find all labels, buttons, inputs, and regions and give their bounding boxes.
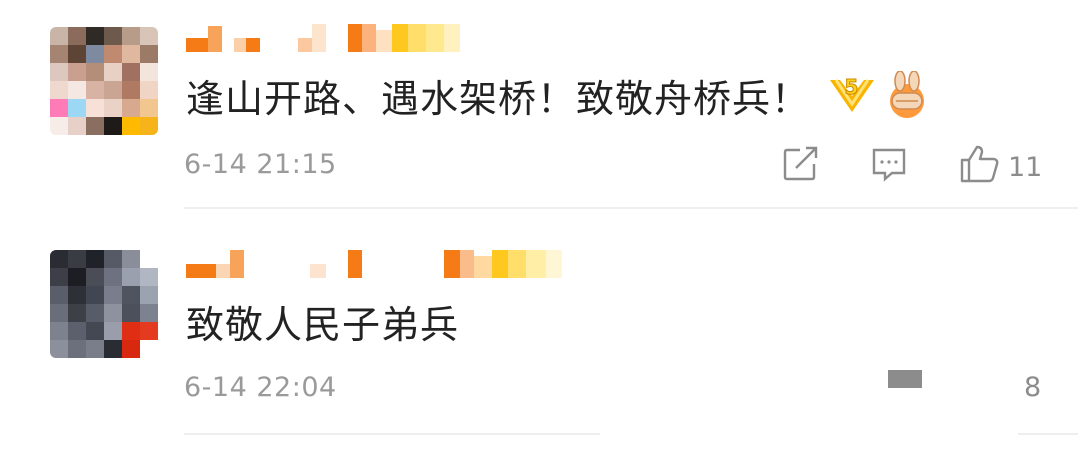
like-count: 8 (1024, 372, 1042, 403)
like-count-wrap: 8 (1024, 372, 1041, 403)
comment-item: 逢山开路、遇水架桥！致敬舟桥兵！ 5 6-14 21:15 11 (0, 0, 1078, 210)
medal-5-emoji: 5 (826, 72, 878, 118)
comment-icon (870, 146, 908, 191)
comment-text: 致敬人民子弟兵 (186, 302, 460, 347)
divider (1018, 433, 1078, 435)
like-button[interactable]: 11 (958, 144, 1042, 191)
like-button[interactable] (888, 370, 922, 390)
like-count: 11 (1008, 152, 1043, 183)
timestamp: 6-14 21:15 (184, 149, 337, 180)
victory-hand-emoji (880, 71, 934, 119)
username[interactable] (186, 248, 562, 278)
timestamp: 6-14 22:04 (184, 372, 337, 403)
username[interactable] (186, 22, 460, 52)
comment-item: 致敬人民子弟兵 6-14 22:04 8 (0, 210, 1078, 451)
comment-text-row: 逢山开路、遇水架桥！致敬舟桥兵！ 5 (186, 70, 934, 121)
like-icon (958, 144, 1000, 191)
svg-text:5: 5 (845, 75, 860, 99)
share-icon (782, 146, 820, 189)
avatar[interactable] (50, 27, 158, 135)
comment-text: 逢山开路、遇水架桥！致敬舟桥兵！ (186, 76, 811, 121)
avatar[interactable] (50, 250, 158, 358)
divider (184, 207, 1078, 209)
divider (184, 433, 600, 435)
like-icon (888, 370, 922, 388)
comment-text-row: 致敬人民子弟兵 (186, 296, 460, 347)
comment-button[interactable] (870, 146, 908, 191)
share-button[interactable] (782, 146, 820, 189)
